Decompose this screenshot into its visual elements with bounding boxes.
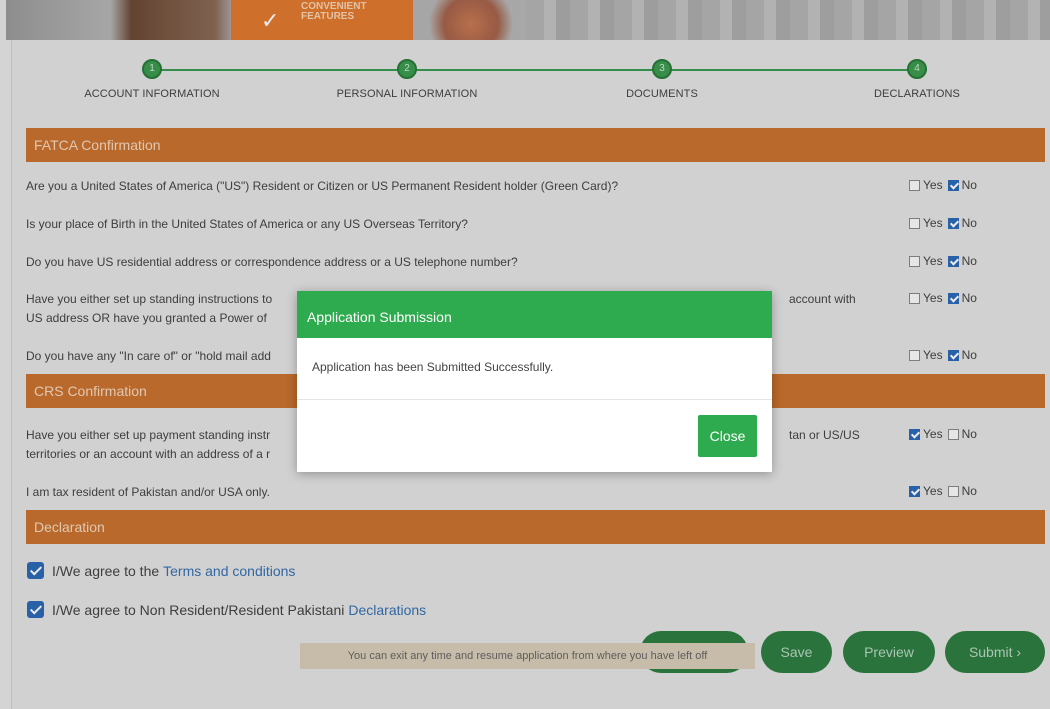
submission-dialog: Application Submission Application has b… [297,291,772,472]
page: ✓ CONVENIENT FEATURES 1 ACCOUNT INFORMAT… [0,0,1050,709]
dialog-title: Application Submission [297,291,772,338]
dialog-message: Application has been Submitted Successfu… [297,338,772,400]
close-button[interactable]: Close [698,415,757,457]
